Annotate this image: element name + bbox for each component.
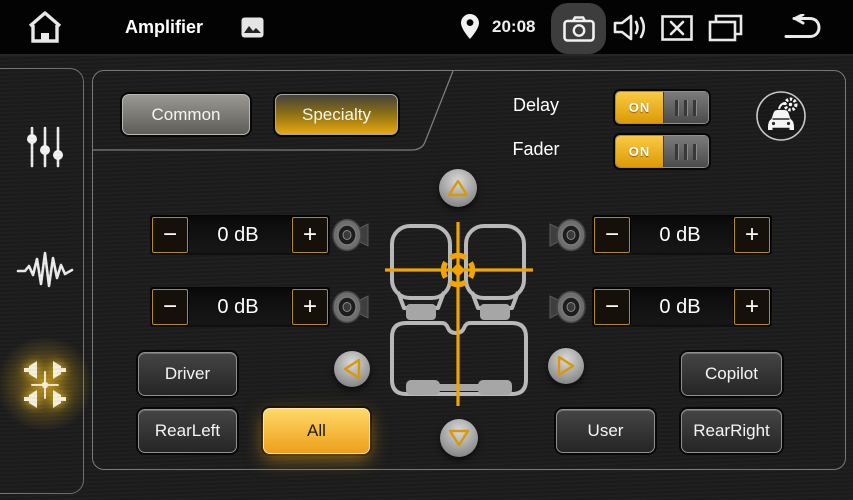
rear-left-db-value: 0 dB xyxy=(188,287,288,327)
waveform-icon xyxy=(16,248,74,292)
zone-rearleft-button[interactable]: RearLeft xyxy=(138,409,237,453)
zone-copilot-button[interactable]: Copilot xyxy=(681,352,782,396)
speaker-icon xyxy=(332,288,370,326)
zone-all-button[interactable]: All xyxy=(263,408,370,454)
delay-toggle-handle xyxy=(663,92,708,123)
zone-rearright-label: RearRight xyxy=(693,421,770,441)
page-title: Amplifier xyxy=(125,0,203,54)
front-right-increase-button[interactable]: + xyxy=(734,217,770,253)
fader-toggle-handle xyxy=(663,136,708,167)
right-triangle-icon xyxy=(556,354,576,378)
up-triangle-icon xyxy=(446,178,470,198)
sidebar-item-sound-effect[interactable] xyxy=(16,248,74,292)
delay-label: Delay xyxy=(496,95,576,116)
zone-rearright-button[interactable]: RearRight xyxy=(681,409,782,453)
back-icon[interactable] xyxy=(782,14,824,41)
left-triangle-icon xyxy=(342,357,362,381)
photo-icon[interactable] xyxy=(241,17,264,38)
channel-rear-right: − 0 dB + xyxy=(548,287,772,327)
zone-user-button[interactable]: User xyxy=(556,409,655,453)
screenshot-button[interactable] xyxy=(551,3,606,54)
channel-front-right: − 0 dB + xyxy=(548,215,772,255)
rear-right-decrease-button[interactable]: − xyxy=(594,289,630,325)
front-right-decrease-button[interactable]: − xyxy=(594,217,630,253)
move-up-button[interactable] xyxy=(439,169,477,207)
channel-front-left: − 0 dB + xyxy=(150,215,374,255)
front-left-db-value: 0 dB xyxy=(188,215,288,255)
tab-common[interactable]: Common xyxy=(122,94,250,135)
clock: 20:08 xyxy=(492,0,535,54)
status-bar: Amplifier 20:08 xyxy=(0,0,853,56)
zone-driver-label: Driver xyxy=(165,364,210,384)
equalizer-sliders-icon xyxy=(23,125,67,169)
rear-left-increase-button[interactable]: + xyxy=(292,289,328,325)
delay-toggle[interactable]: ON xyxy=(615,91,709,124)
sidebar-item-equalizer[interactable] xyxy=(22,124,68,170)
recent-apps-icon[interactable] xyxy=(708,14,743,42)
zone-user-label: User xyxy=(588,421,624,441)
location-pin-icon xyxy=(461,14,479,39)
fader-toggle[interactable]: ON xyxy=(615,135,709,168)
fader-toggle-state: ON xyxy=(616,136,663,167)
sidebar-item-sound-field[interactable] xyxy=(19,360,71,410)
speaker-icon xyxy=(548,288,586,326)
channel-rear-left: − 0 dB + xyxy=(150,287,374,327)
rear-right-increase-button[interactable]: + xyxy=(734,289,770,325)
zone-copilot-label: Copilot xyxy=(705,364,758,384)
down-triangle-icon xyxy=(447,428,471,448)
speaker-balance-icon xyxy=(19,361,71,409)
zone-rearleft-label: RearLeft xyxy=(155,421,220,441)
delay-toggle-state: ON xyxy=(616,92,663,123)
car-settings-button[interactable] xyxy=(755,90,807,142)
front-left-decrease-button[interactable]: − xyxy=(152,217,188,253)
tab-specialty[interactable]: Specialty xyxy=(275,94,398,135)
fader-label: Fader xyxy=(496,139,576,160)
close-window-icon[interactable] xyxy=(661,15,693,41)
zone-all-label: All xyxy=(307,421,326,441)
move-left-button[interactable] xyxy=(334,351,370,387)
tab-common-label: Common xyxy=(152,105,221,125)
amplifier-screen: Amplifier 20:08 xyxy=(0,0,853,500)
zone-driver-button[interactable]: Driver xyxy=(138,352,237,396)
front-right-db-value: 0 dB xyxy=(630,215,730,255)
move-right-button[interactable] xyxy=(548,348,584,384)
home-icon[interactable] xyxy=(26,10,64,44)
front-left-increase-button[interactable]: + xyxy=(292,217,328,253)
move-down-button[interactable] xyxy=(440,419,478,457)
speaker-icon xyxy=(548,216,586,254)
tab-specialty-label: Specialty xyxy=(302,105,371,125)
rear-right-db-value: 0 dB xyxy=(630,287,730,327)
speaker-icon xyxy=(332,216,370,254)
rear-left-decrease-button[interactable]: − xyxy=(152,289,188,325)
camera-icon xyxy=(563,16,595,42)
volume-icon[interactable] xyxy=(613,13,650,42)
